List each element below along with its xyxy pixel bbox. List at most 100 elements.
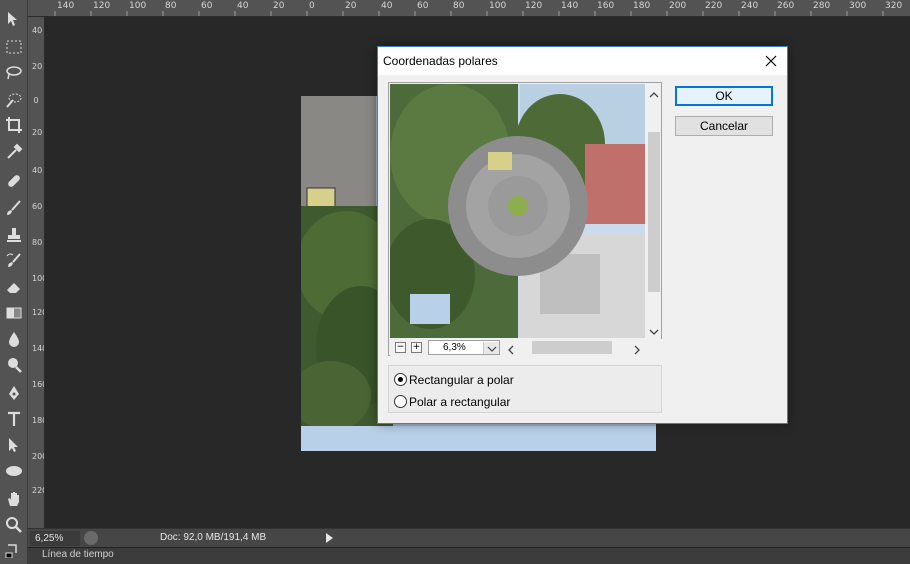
- hand-icon[interactable]: [2, 488, 26, 510]
- ruler-tick-label: 200: [669, 1, 687, 11]
- option-rect-to-polar[interactable]: Rectangular a polar: [389, 371, 661, 389]
- history-brush-icon[interactable]: [2, 250, 26, 272]
- ruler-tick-label: 300: [849, 1, 867, 11]
- status-info-icon[interactable]: [84, 531, 98, 545]
- ruler-tick-label: 100: [129, 1, 147, 11]
- ruler-tick-label: 40: [237, 1, 249, 11]
- healing-icon[interactable]: [2, 170, 26, 192]
- preview-zoom-select[interactable]: 6,3%: [428, 340, 500, 355]
- timeline-tab[interactable]: Línea de tiempo: [42, 549, 114, 560]
- timeline-panel: Línea de tiempo: [28, 547, 910, 564]
- status-menu-arrow-icon[interactable]: [326, 533, 333, 543]
- ruler-tick-label: 20: [32, 62, 43, 71]
- preview-vertical-scrollbar[interactable]: [647, 84, 661, 338]
- swap-colors-icon[interactable]: [2, 538, 26, 560]
- ruler-tick-label: 120: [32, 308, 44, 317]
- dialog-title: Coordenadas polares: [383, 54, 498, 68]
- ruler-tick-label: 200: [32, 452, 44, 461]
- marquee-icon[interactable]: [2, 36, 26, 58]
- ruler-tick-label: 60: [201, 1, 213, 11]
- ruler-tick-label: 80: [165, 1, 177, 11]
- close-icon[interactable]: [762, 52, 780, 70]
- quick-select-icon[interactable]: [2, 89, 26, 111]
- scroll-up-icon[interactable]: [649, 87, 659, 98]
- radio-rect-to-polar[interactable]: [394, 373, 407, 386]
- ruler-horizontal: 140 120 100 80 60 40 20 0 20 40 60 80 10…: [28, 0, 910, 17]
- ruler-tick-label: 40: [32, 26, 43, 35]
- polar-coordinates-dialog: Coordenadas polares − + 6,3% Rectangular…: [377, 46, 788, 424]
- polar-preview-photo: [390, 84, 645, 338]
- ruler-tick-label: 60: [417, 1, 429, 11]
- ellipse-icon[interactable]: [2, 460, 26, 482]
- ruler-tick-label: 120: [93, 1, 111, 11]
- radio-polar-to-rect[interactable]: [394, 395, 407, 408]
- zoom-in-button[interactable]: +: [411, 342, 422, 353]
- blur-icon[interactable]: [2, 328, 26, 350]
- ruler-tick-label: 20: [32, 128, 43, 137]
- ruler-tick-label: 220: [32, 486, 44, 495]
- ruler-tick-label: 0: [33, 96, 39, 105]
- ruler-tick-label: 220: [705, 1, 723, 11]
- preview-zoom-controls: − + 6,3%: [390, 339, 662, 356]
- scrollbar-thumb[interactable]: [532, 341, 612, 354]
- cancel-button[interactable]: Cancelar: [675, 116, 773, 136]
- zoom-icon[interactable]: [2, 514, 26, 536]
- ruler-tick-label: 40: [381, 1, 393, 11]
- eyedropper-icon[interactable]: [2, 141, 26, 163]
- ruler-tick-label: 140: [57, 1, 75, 11]
- status-bar: 6,25% Doc: 92,0 MB/191,4 MB: [28, 528, 910, 547]
- chevron-down-icon[interactable]: [483, 342, 499, 354]
- ruler-tick-label: 320: [885, 1, 903, 11]
- ruler-tick-label: 20: [345, 1, 357, 11]
- ruler-tick-label: 160: [597, 1, 615, 11]
- photoshop-window: 140 120 100 80 60 40 20 0 20 40 60 80 10…: [0, 0, 910, 564]
- ruler-tick-label: 180: [32, 416, 44, 425]
- dodge-icon[interactable]: [2, 354, 26, 376]
- stamp-icon[interactable]: [2, 224, 26, 246]
- ruler-tick-label: 140: [32, 344, 44, 353]
- preview-zoom-value: 6,3%: [443, 342, 466, 353]
- move-icon[interactable]: [2, 8, 26, 30]
- brush-icon[interactable]: [2, 197, 26, 219]
- crop-icon[interactable]: [2, 114, 26, 136]
- pen-icon[interactable]: [2, 382, 26, 404]
- conversion-mode-group: Rectangular a polar Polar a rectangular: [388, 365, 662, 413]
- gradient-icon[interactable]: [2, 302, 26, 324]
- scroll-left-icon[interactable]: [506, 342, 516, 355]
- radio-label: Polar a rectangular: [409, 395, 511, 409]
- dialog-titlebar[interactable]: Coordenadas polares: [378, 47, 787, 75]
- preview-image[interactable]: [390, 84, 645, 338]
- ruler-tick-label: 260: [777, 1, 795, 11]
- option-polar-to-rect[interactable]: Polar a rectangular: [389, 393, 661, 411]
- eraser-icon[interactable]: [2, 276, 26, 298]
- filter-preview: − + 6,3%: [388, 82, 662, 356]
- ruler-tick-label: 80: [453, 1, 465, 11]
- preview-horizontal-scrollbar[interactable]: [504, 340, 646, 355]
- scroll-right-icon[interactable]: [632, 342, 642, 355]
- ruler-tick-label: 120: [525, 1, 543, 11]
- ruler-tick-label: 240: [741, 1, 759, 11]
- ruler-tick-label: 160: [32, 380, 44, 389]
- ruler-tick-label: 140: [561, 1, 579, 11]
- ruler-tick-label: 100: [32, 274, 44, 283]
- ruler-tick-label: 20: [273, 1, 285, 11]
- ok-button[interactable]: OK: [675, 86, 773, 106]
- ruler-tick-label: 100: [489, 1, 507, 11]
- zoom-level-field[interactable]: 6,25%: [30, 531, 80, 546]
- ruler-tick-label: 60: [32, 202, 43, 211]
- ruler-tick-label: 80: [32, 238, 43, 247]
- radio-label: Rectangular a polar: [409, 373, 514, 387]
- ruler-tick-label: 40: [32, 166, 43, 175]
- ruler-tick-label: 180: [633, 1, 651, 11]
- scroll-down-icon[interactable]: [649, 324, 659, 335]
- tools-panel: [0, 0, 28, 564]
- type-icon[interactable]: [2, 408, 26, 430]
- ruler-vertical: 40 20 0 20 40 60 80 100 120 140 160 180 …: [28, 17, 45, 528]
- zoom-out-button[interactable]: −: [395, 342, 406, 353]
- path-select-icon[interactable]: [2, 434, 26, 456]
- ruler-tick-label: 0: [309, 1, 315, 11]
- scrollbar-thumb[interactable]: [648, 132, 660, 292]
- document-size: Doc: 92,0 MB/191,4 MB: [160, 532, 267, 543]
- lasso-icon[interactable]: [2, 62, 26, 84]
- ruler-tick-label: 280: [813, 1, 831, 11]
